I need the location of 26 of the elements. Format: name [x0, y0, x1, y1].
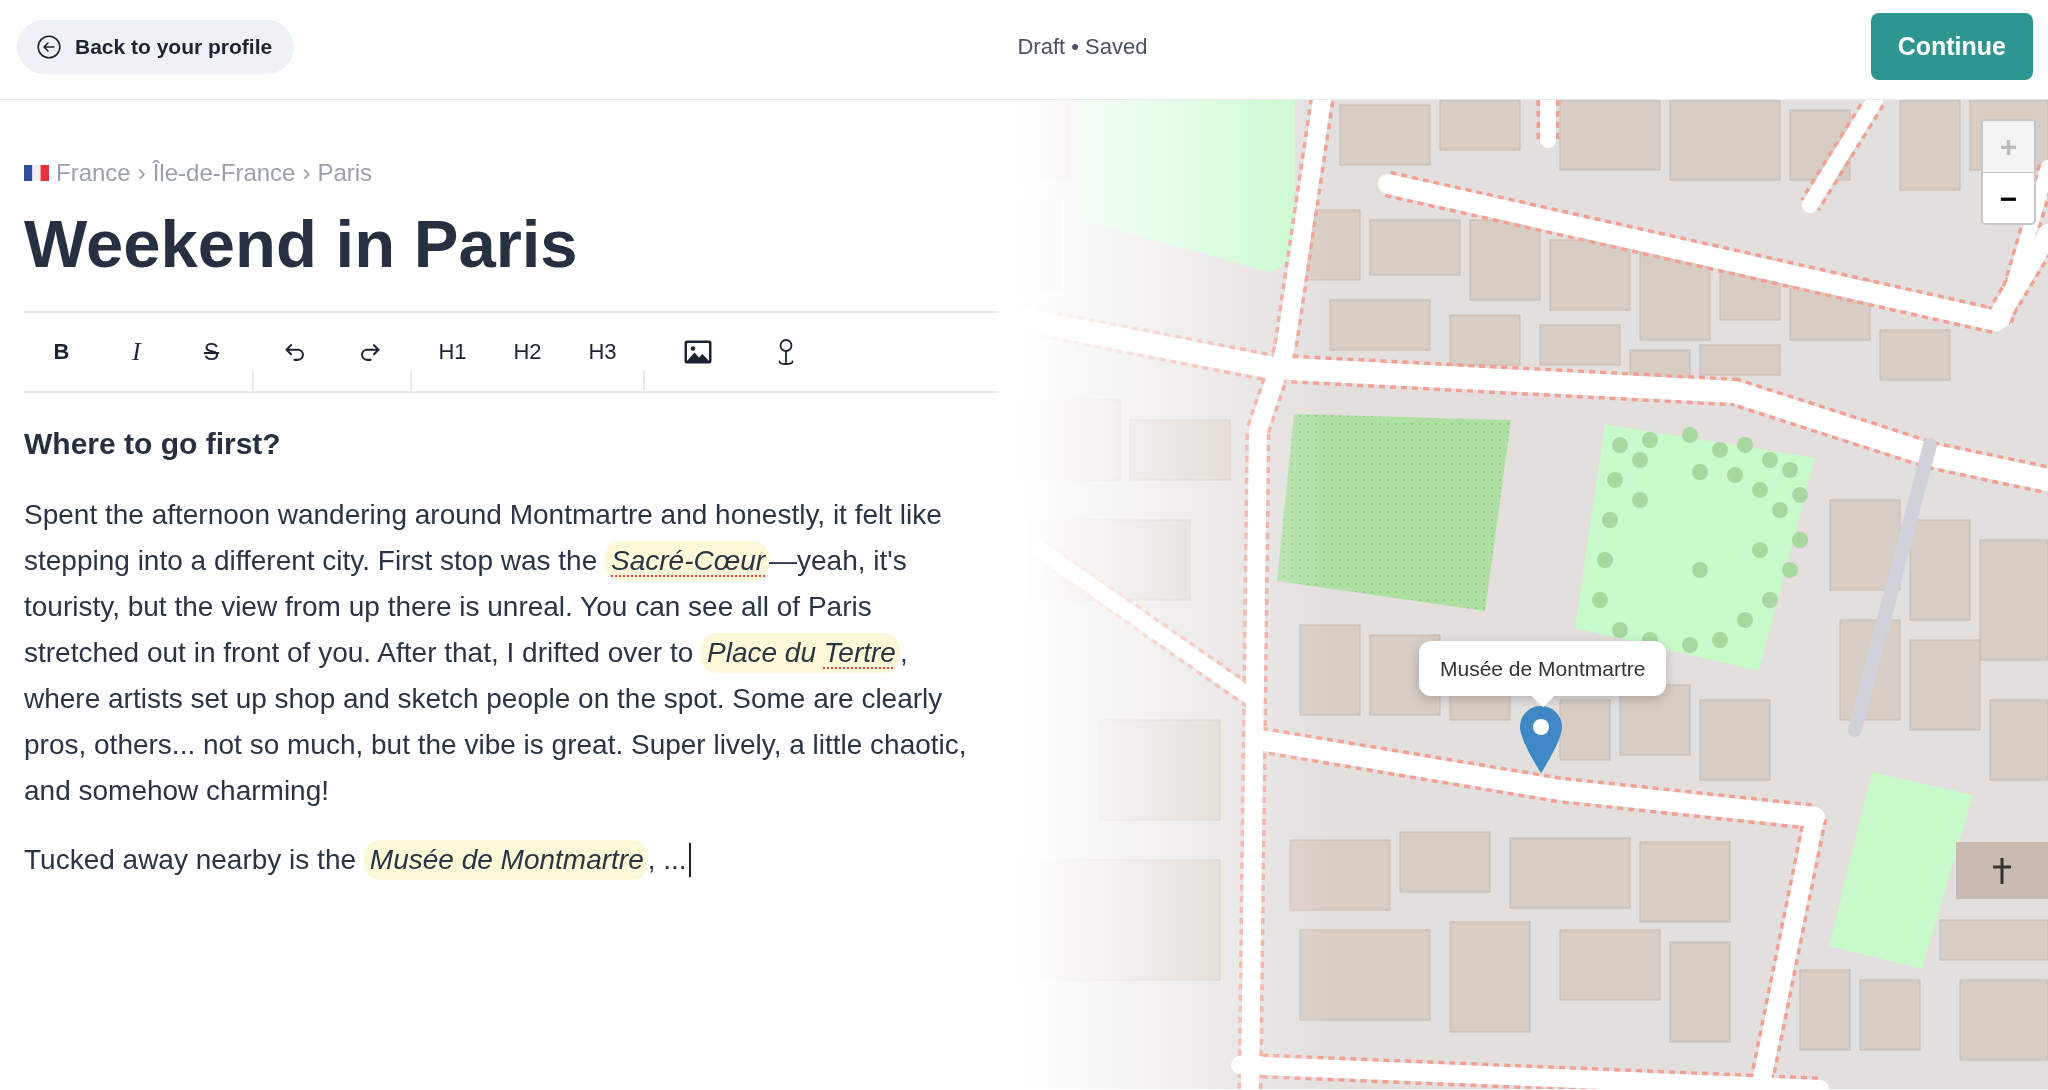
place-link[interactable]: Place du Tertre	[701, 633, 900, 673]
save-status: Draft • Saved	[1017, 33, 1148, 60]
breadcrumb-separator: ›	[302, 159, 311, 187]
breadcrumb-separator: ›	[137, 159, 146, 187]
map-popup: Musée de Montmartre	[1419, 641, 1667, 707]
map-pin-icon	[777, 338, 794, 366]
body-paragraph: Tucked away nearby is the Musée de Montmartre, ...	[24, 837, 989, 883]
back-button[interactable]: Back to your profile	[17, 19, 295, 74]
italic-button[interactable]: I	[114, 330, 159, 374]
image-icon	[683, 340, 712, 364]
redo-icon	[358, 343, 381, 361]
continue-button[interactable]: Continue	[1870, 13, 2033, 80]
page-title: Weekend in Paris	[24, 205, 579, 283]
undo-icon	[283, 343, 306, 361]
body-paragraph: Spent the afternoon wandering around Montmartre and honestly, it felt like stepping into a different city. First stop was the Sacré-Cœur—yeah, it's touristy, but the view from up there is unreal. You can see all of Paris stretched out in front of you. After that, I drifted over to Place du Tertre, where artists set up shop and sketch people on the spot. Some are clearly pros, others... not so much, but the vibe is great. Super lively, a little chaotic, and somehow charming!	[24, 498, 968, 808]
place-link[interactable]: Sacré-Cœur	[605, 541, 770, 581]
heading-button[interactable]: H3	[580, 330, 625, 374]
heading-button[interactable]: H1	[430, 330, 475, 374]
bold-button[interactable]: B	[39, 330, 84, 374]
map-marker-icon[interactable]	[1520, 706, 1562, 773]
place-link[interactable]: Musée de Montmartre	[363, 840, 648, 880]
zoom-out-button[interactable]: −	[1983, 172, 2034, 223]
section-heading: Where to go first?	[24, 426, 282, 462]
flag-icon	[24, 165, 49, 181]
heading-button[interactable]: H2	[505, 330, 550, 374]
strikethrough-button[interactable]: S	[189, 330, 234, 374]
